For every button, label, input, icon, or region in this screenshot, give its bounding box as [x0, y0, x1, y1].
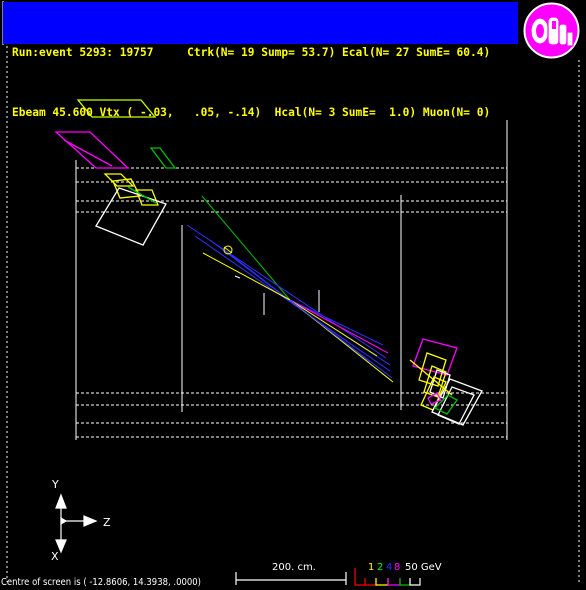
event-info-header: Run:event 5293: 19757 Ctrk(N= 19 Sump= 5… — [3, 2, 518, 119]
energy-scale-value-2: 2 — [377, 562, 383, 573]
energy-scale-unit: 50 GeV — [405, 562, 442, 573]
energy-scale-value-4: 4 — [386, 562, 392, 573]
screen-centre-readout: Centre of screen is ( -12.8606, 14.3938,… — [1, 577, 201, 588]
opal-logo — [523, 2, 580, 59]
event-info-line-2: Ebeam 45.600 Vtx ( -.03, .05, -.14) Hcal… — [12, 106, 491, 119]
axis-label-z: Z — [103, 516, 111, 529]
event-info-line-1: Run:event 5293: 19757 Ctrk(N= 19 Sump= 5… — [12, 46, 491, 59]
distance-scale-label: 200. cm. — [272, 562, 316, 573]
energy-scale-value-8: 8 — [394, 562, 400, 573]
axis-indicator — [55, 493, 98, 554]
energy-scale-value-1: 1 — [368, 562, 374, 573]
axis-label-y: Y — [51, 478, 59, 491]
axis-label-x: X — [51, 550, 59, 563]
distance-scale-bar — [235, 572, 347, 585]
tracks — [186, 195, 394, 383]
ecal-hits-lower — [409, 338, 483, 426]
